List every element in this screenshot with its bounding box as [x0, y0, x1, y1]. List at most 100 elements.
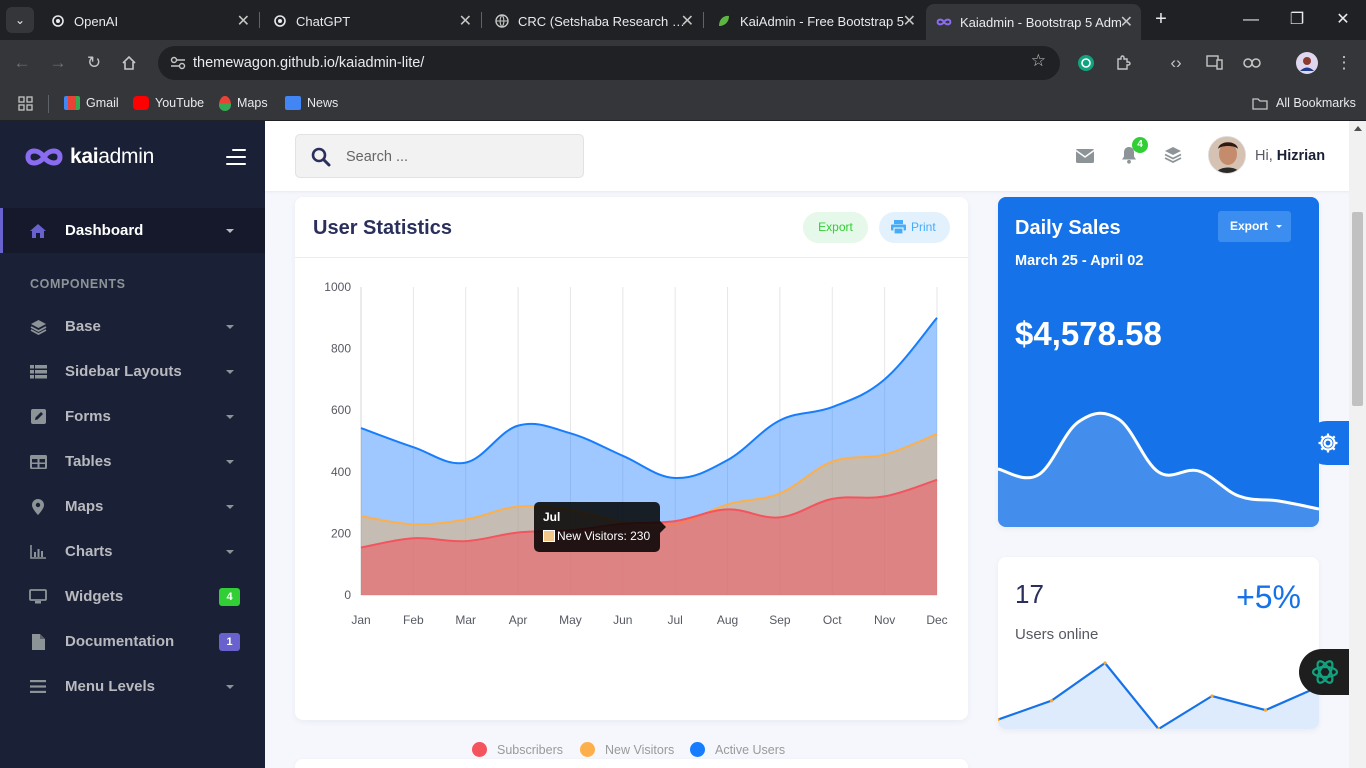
card-title: User Statistics — [313, 217, 452, 239]
x-tick-label: Jan — [351, 613, 370, 627]
sidebar-item-sidebar-layouts[interactable]: Sidebar Layouts — [0, 349, 265, 394]
globe-favicon-icon — [494, 13, 510, 29]
browser-tab-openai[interactable]: OpenAI ✕ — [40, 6, 258, 36]
devices-icon[interactable] — [1202, 51, 1226, 75]
close-tab-icon[interactable]: ✕ — [681, 11, 694, 31]
sidebar-item-dashboard[interactable]: Dashboard — [0, 208, 265, 253]
caret-down-icon — [226, 324, 234, 329]
tab-title: KaiAdmin - Free Bootstrap 5 — [740, 13, 905, 29]
sidebar-item-label: Tables — [65, 453, 112, 470]
sidebar-item-widgets[interactable]: Widgets 4 — [0, 574, 265, 619]
legend-item-subscribers[interactable]: Subscribers — [472, 742, 563, 757]
restore-window-icon[interactable]: ❐ — [1285, 8, 1309, 32]
all-bookmarks-folder[interactable]: All Bookmarks — [1252, 93, 1356, 113]
user-greeting[interactable]: Hi, Hizrian — [1255, 148, 1325, 164]
close-tab-icon[interactable]: ✕ — [1120, 12, 1133, 32]
extensions-icon[interactable] — [1111, 51, 1135, 75]
chatgpt-floating-button[interactable] — [1299, 649, 1350, 695]
site-info-icon[interactable] — [166, 51, 190, 75]
sidebar-item-label: Widgets — [65, 588, 124, 605]
browser-tab-kaiadmin-active[interactable]: Kaiadmin - Bootstrap 5 Adm ✕ — [926, 4, 1141, 40]
forward-icon[interactable]: → — [46, 51, 70, 75]
bookmark-separator — [48, 95, 49, 113]
desktop-icon — [28, 587, 48, 607]
reload-icon[interactable]: ↻ — [82, 51, 106, 75]
home-icon[interactable] — [117, 51, 141, 75]
y-tick-label: 0 — [344, 588, 351, 602]
x-tick-label: Mar — [455, 613, 476, 627]
link-icon[interactable] — [1240, 51, 1264, 75]
news-icon — [285, 96, 301, 110]
sidebar-item-forms[interactable]: Forms — [0, 394, 265, 439]
settings-button[interactable] — [1305, 421, 1350, 465]
sidebar-item-charts[interactable]: Charts — [0, 529, 265, 574]
close-window-icon[interactable]: ✕ — [1331, 8, 1355, 32]
minimize-icon[interactable]: — — [1239, 8, 1263, 32]
sidebar-item-label: Menu Levels — [65, 678, 156, 695]
bookmark-news[interactable]: News — [285, 93, 338, 113]
sidebar-item-label: Base — [65, 318, 101, 335]
code-icon[interactable]: ‹› — [1164, 51, 1188, 75]
sidebar-item-menu-levels[interactable]: Menu Levels — [0, 664, 265, 709]
close-tab-icon[interactable]: ✕ — [237, 11, 250, 31]
apps-grid-icon[interactable] — [18, 93, 33, 113]
export-button[interactable]: Export — [803, 212, 868, 243]
next-card-edge — [295, 759, 968, 768]
close-tab-icon[interactable]: ✕ — [903, 11, 916, 31]
bookmark-star-icon[interactable]: ☆ — [1031, 51, 1046, 71]
back-icon[interactable]: ← — [10, 51, 34, 75]
layer-group-icon[interactable] — [1164, 146, 1184, 166]
sidebar-item-base[interactable]: Base — [0, 304, 265, 349]
bookmark-youtube[interactable]: YouTube — [133, 93, 204, 113]
legend-item-active-users[interactable]: Active Users — [690, 742, 785, 757]
bookmark-maps[interactable]: Maps — [219, 93, 268, 113]
th-list-icon — [28, 362, 48, 382]
sales-export-dropdown[interactable]: Export — [1218, 211, 1291, 242]
caret-down-icon — [226, 369, 234, 374]
search-box — [295, 134, 584, 178]
page-scrollbar[interactable] — [1349, 121, 1366, 768]
scroll-up-arrow[interactable] — [1354, 126, 1362, 131]
kaiadmin-favicon-icon — [936, 14, 952, 30]
file-icon — [28, 632, 48, 652]
map-marker-icon — [28, 497, 48, 517]
sidebar-item-maps[interactable]: Maps — [0, 484, 265, 529]
profile-avatar-icon[interactable] — [1295, 51, 1319, 75]
sidebar-item-tables[interactable]: Tables — [0, 439, 265, 484]
browser-tab-crc[interactable]: CRC (Setshaba Research Cen ✕ — [484, 6, 702, 36]
new-tab-button[interactable]: + — [1150, 8, 1172, 30]
browser-tab-kaiadmin-free[interactable]: KaiAdmin - Free Bootstrap 5 ✕ — [706, 6, 924, 36]
chatgpt-extension-icon[interactable] — [1074, 51, 1098, 75]
bars-icon — [28, 677, 48, 697]
sidebar-section-title: COMPONENTS — [30, 277, 126, 291]
user-statistics-chart[interactable]: Jan Feb Mar Apr May Jun Jul Aug Sep Oct Nov Dec 0 200… — [295, 258, 968, 728]
close-tab-icon[interactable]: ✕ — [459, 11, 472, 31]
url-text: themewagon.github.io/kaiadmin-lite/ — [193, 55, 425, 71]
search-input[interactable] — [346, 146, 566, 168]
bookmark-gmail[interactable]: Gmail — [64, 93, 119, 113]
logo[interactable]: kaiadmin — [24, 145, 154, 169]
tab-separator — [481, 12, 482, 28]
tooltip-arrow — [660, 521, 666, 533]
chart-bar-icon — [28, 542, 48, 562]
browser-toolbar: ← → ↻ themewagon.github.io/kaiadmin-lite… — [0, 40, 1366, 86]
search-icon[interactable] — [311, 147, 331, 167]
dropdown-label: Export — [1230, 219, 1269, 233]
legend-item-new-visitors[interactable]: New Visitors — [580, 742, 674, 757]
online-point — [1210, 694, 1214, 698]
sidebar-item-label: Charts — [65, 543, 113, 560]
sidebar-toggle-icon[interactable] — [226, 149, 246, 165]
top-navbar: 4 Hi, Hizrian — [265, 121, 1366, 191]
address-bar[interactable]: themewagon.github.io/kaiadmin-lite/ ☆ — [158, 46, 1060, 80]
x-tick-label: Feb — [403, 613, 424, 627]
print-button[interactable]: Print — [879, 212, 950, 243]
browser-tab-strip: ⌄ OpenAI ✕ ChatGPT ✕ CRC (Setshaba Resea… — [0, 0, 1366, 40]
x-tick-label: Jul — [668, 613, 683, 627]
scrollbar-thumb[interactable] — [1352, 212, 1363, 406]
tab-search-button[interactable]: ⌄ — [6, 7, 34, 33]
browser-tab-chatgpt[interactable]: ChatGPT ✕ — [262, 6, 480, 36]
browser-menu-icon[interactable]: ⋮ — [1332, 51, 1356, 75]
sidebar-item-documentation[interactable]: Documentation 1 — [0, 619, 265, 664]
envelope-icon[interactable] — [1075, 146, 1096, 166]
avatar[interactable] — [1208, 136, 1246, 174]
